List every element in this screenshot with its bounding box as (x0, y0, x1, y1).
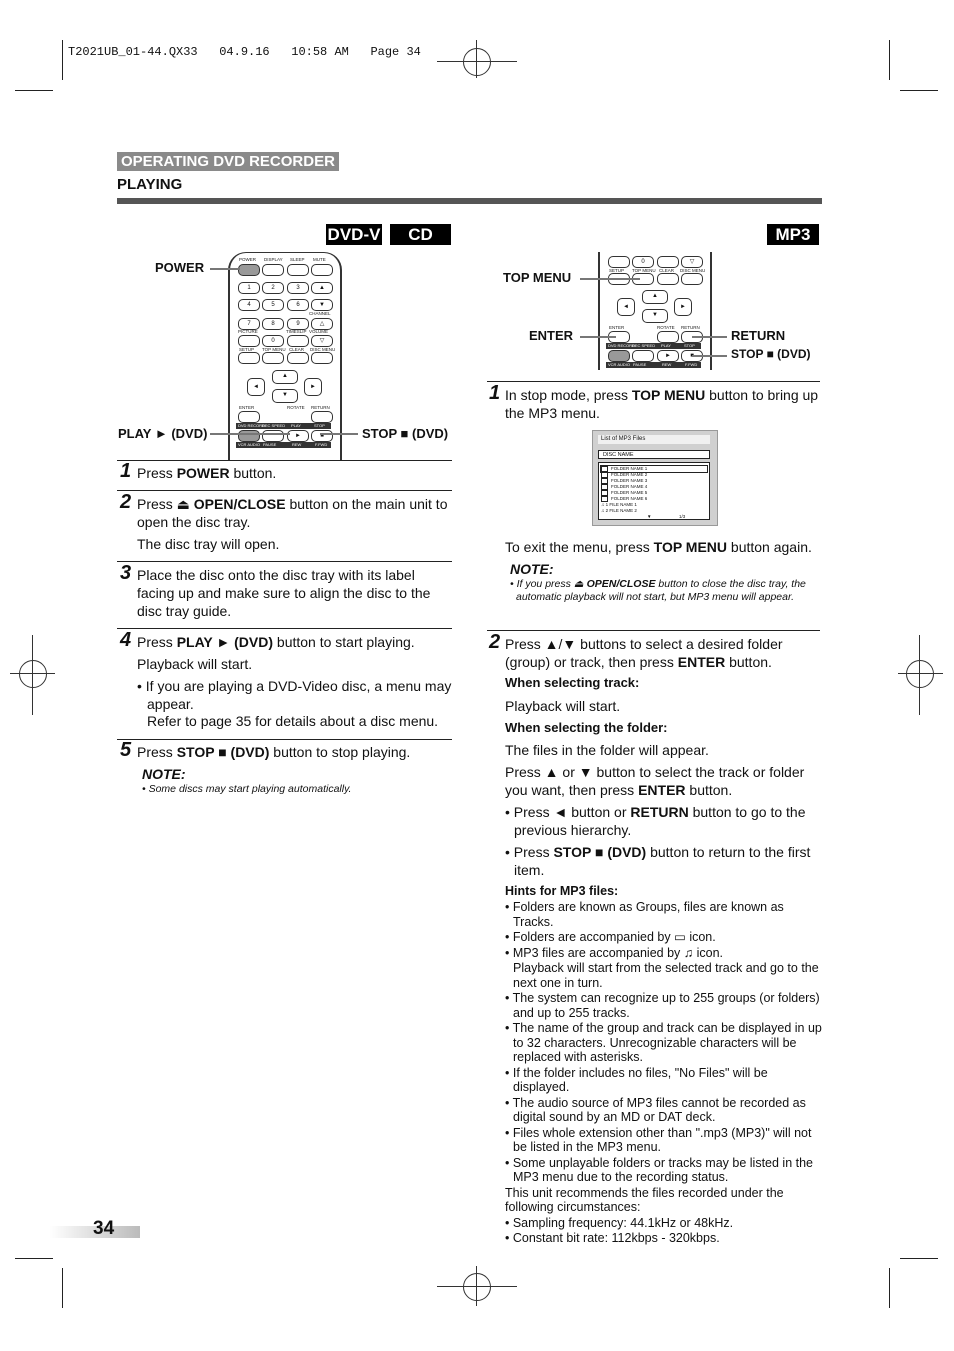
callout-stop-right: STOP ■ (DVD) (731, 347, 811, 361)
step-2-sub: The disc tray will open. (137, 536, 280, 552)
hint-item: • Sampling frequency: 44.1kHz or 48kHz. (505, 1215, 734, 1230)
step-1-text: Press POWER button. (137, 465, 277, 481)
step-number: 2 (120, 491, 132, 513)
hint-item: • Constant bit rate: 112kbps - 320kbps. (505, 1231, 720, 1245)
step-number: 4 (120, 629, 132, 651)
crop-mark (889, 40, 890, 80)
hint-item: • The name of the group and track can be… (505, 1021, 822, 1064)
mp3-menu-title: List of MP3 Files (598, 435, 710, 444)
select-instruction: Press ▲ or ▼ button to select the track … (505, 764, 805, 798)
music-note-icon: ♫ (601, 508, 605, 513)
mp3-step-1-text: In stop mode, press TOP MENU button to b… (505, 387, 819, 421)
crop-mark (62, 1268, 63, 1308)
mp3-list: FOLDER NAME 1 FOLDER NAME 2 FOLDER NAME 3F… (598, 462, 710, 520)
file-name: 1 FILE NAME 1 (605, 502, 637, 507)
section-tag: OPERATING DVD RECORDER (117, 152, 339, 171)
crop-mark (15, 1258, 53, 1259)
callout-play: PLAY ► (DVD) (118, 426, 208, 441)
badge-dvd-v: DVD-V (326, 224, 382, 245)
mp3-menu-screen: List of MP3 Files DISC NAME FOLDER NAME … (592, 430, 718, 526)
step-4-sub: Playback will start. (137, 656, 253, 672)
crop-mark (889, 1268, 890, 1308)
when-selecting-folder: When selecting the folder: (505, 720, 668, 735)
callout-return: RETURN (731, 328, 786, 343)
track-result: Playback will start. (505, 698, 621, 714)
crop-mark (62, 40, 63, 80)
return-bullet: • Press ◄ button or RETURN button to go … (505, 804, 806, 838)
print-header: T2021UB_01-44.QX33 04.9.16 10:58 AM Page… (68, 45, 421, 59)
crop-mark (900, 1258, 938, 1259)
badge-mp3: MP3 (767, 224, 819, 245)
callout-top-menu: TOP MENU (503, 270, 572, 285)
folder-name: FOLDER NAME 2 (611, 472, 648, 478)
folder-name: FOLDER NAME 3 (611, 478, 648, 484)
step-number: 1 (489, 382, 501, 404)
hint-item: • MP3 files are accompanied by ♫ icon. (505, 945, 724, 960)
step-4-bullet2: Refer to page 35 for details about a dis… (147, 713, 439, 729)
hint-item: • Folders are known as Groups, files are… (505, 900, 784, 929)
step-4-text: Press PLAY ► (DVD) button to start playi… (137, 634, 415, 650)
hint-item: • Folders are accompanied by ▭ icon. (505, 930, 716, 944)
note-heading: NOTE: (142, 766, 186, 782)
note-text: • If you press ⏏ OPEN/CLOSE button to cl… (510, 578, 806, 603)
step-2-text: Press ⏏ OPEN/CLOSE button on the main un… (137, 496, 448, 530)
hint-item: • The system can recognize up to 255 gro… (505, 991, 820, 1020)
stop-bullet: • Press STOP ■ (DVD) button to return to… (505, 844, 811, 878)
hint-item: • The audio source of MP3 files cannot b… (505, 1095, 806, 1125)
callout-power: POWER (155, 260, 205, 275)
hint-item: Playback will start from the selected tr… (513, 961, 819, 990)
step-number: 2 (489, 631, 501, 653)
note-text: • Some discs may start playing automatic… (142, 783, 352, 795)
callout-stop: STOP ■ (DVD) (362, 426, 449, 441)
scroll-down-icon: ▼ (647, 514, 652, 519)
mp3-disc-name: DISC NAME (598, 450, 710, 459)
page-number: 34 (93, 1218, 115, 1239)
step-number: 5 (120, 739, 132, 761)
play-area-button-illustration (238, 430, 260, 442)
step-5-text: Press STOP ■ (DVD) button to stop playin… (137, 744, 411, 760)
page-indicator: 1/3 (679, 514, 686, 519)
music-note-icon: ♫ (601, 502, 605, 507)
folder-name: FOLDER NAME 6 (611, 496, 648, 502)
crop-mark (900, 90, 938, 91)
step-number: 3 (120, 562, 132, 584)
file-name: 2 FILE NAME 2 (605, 508, 637, 513)
hint-item: This unit recommends the files recorded … (505, 1185, 784, 1215)
title-rule (117, 198, 822, 204)
hint-item: • Some unplayable folders or tracks may … (505, 1155, 814, 1185)
folder-name: FOLDER NAME 4 (611, 484, 648, 490)
hints-heading: Hints for MP3 files: (505, 884, 619, 898)
step-4-bullet: • If you are playing a DVD-Video disc, a… (137, 678, 452, 712)
crop-mark (15, 90, 53, 91)
hints-list: • Folders are known as Groups, files are… (505, 900, 823, 1247)
step-number: 1 (120, 460, 132, 482)
hint-item: • Files whole extension other than ".mp3… (505, 1125, 812, 1155)
step-3-text: Place the disc onto the disc tray with i… (137, 567, 431, 619)
badge-cd: CD (390, 224, 451, 245)
note-heading: NOTE: (510, 561, 554, 577)
folder-name: FOLDER NAME 5 (611, 490, 648, 496)
exit-menu-text: To exit the menu, press TOP MENU button … (505, 539, 812, 555)
hint-item: • If the folder includes no files, "No F… (505, 1065, 768, 1095)
mp3-step-2-text: Press ▲/▼ buttons to select a desired fo… (505, 636, 783, 670)
folder-name: FOLDER NAME 1 (611, 466, 648, 472)
folder-result: The files in the folder will appear. (505, 742, 709, 758)
power-button-illustration (238, 264, 260, 276)
page-title: PLAYING (117, 176, 183, 193)
when-selecting-track: When selecting track: (505, 675, 640, 690)
callout-enter: ENTER (529, 328, 574, 343)
